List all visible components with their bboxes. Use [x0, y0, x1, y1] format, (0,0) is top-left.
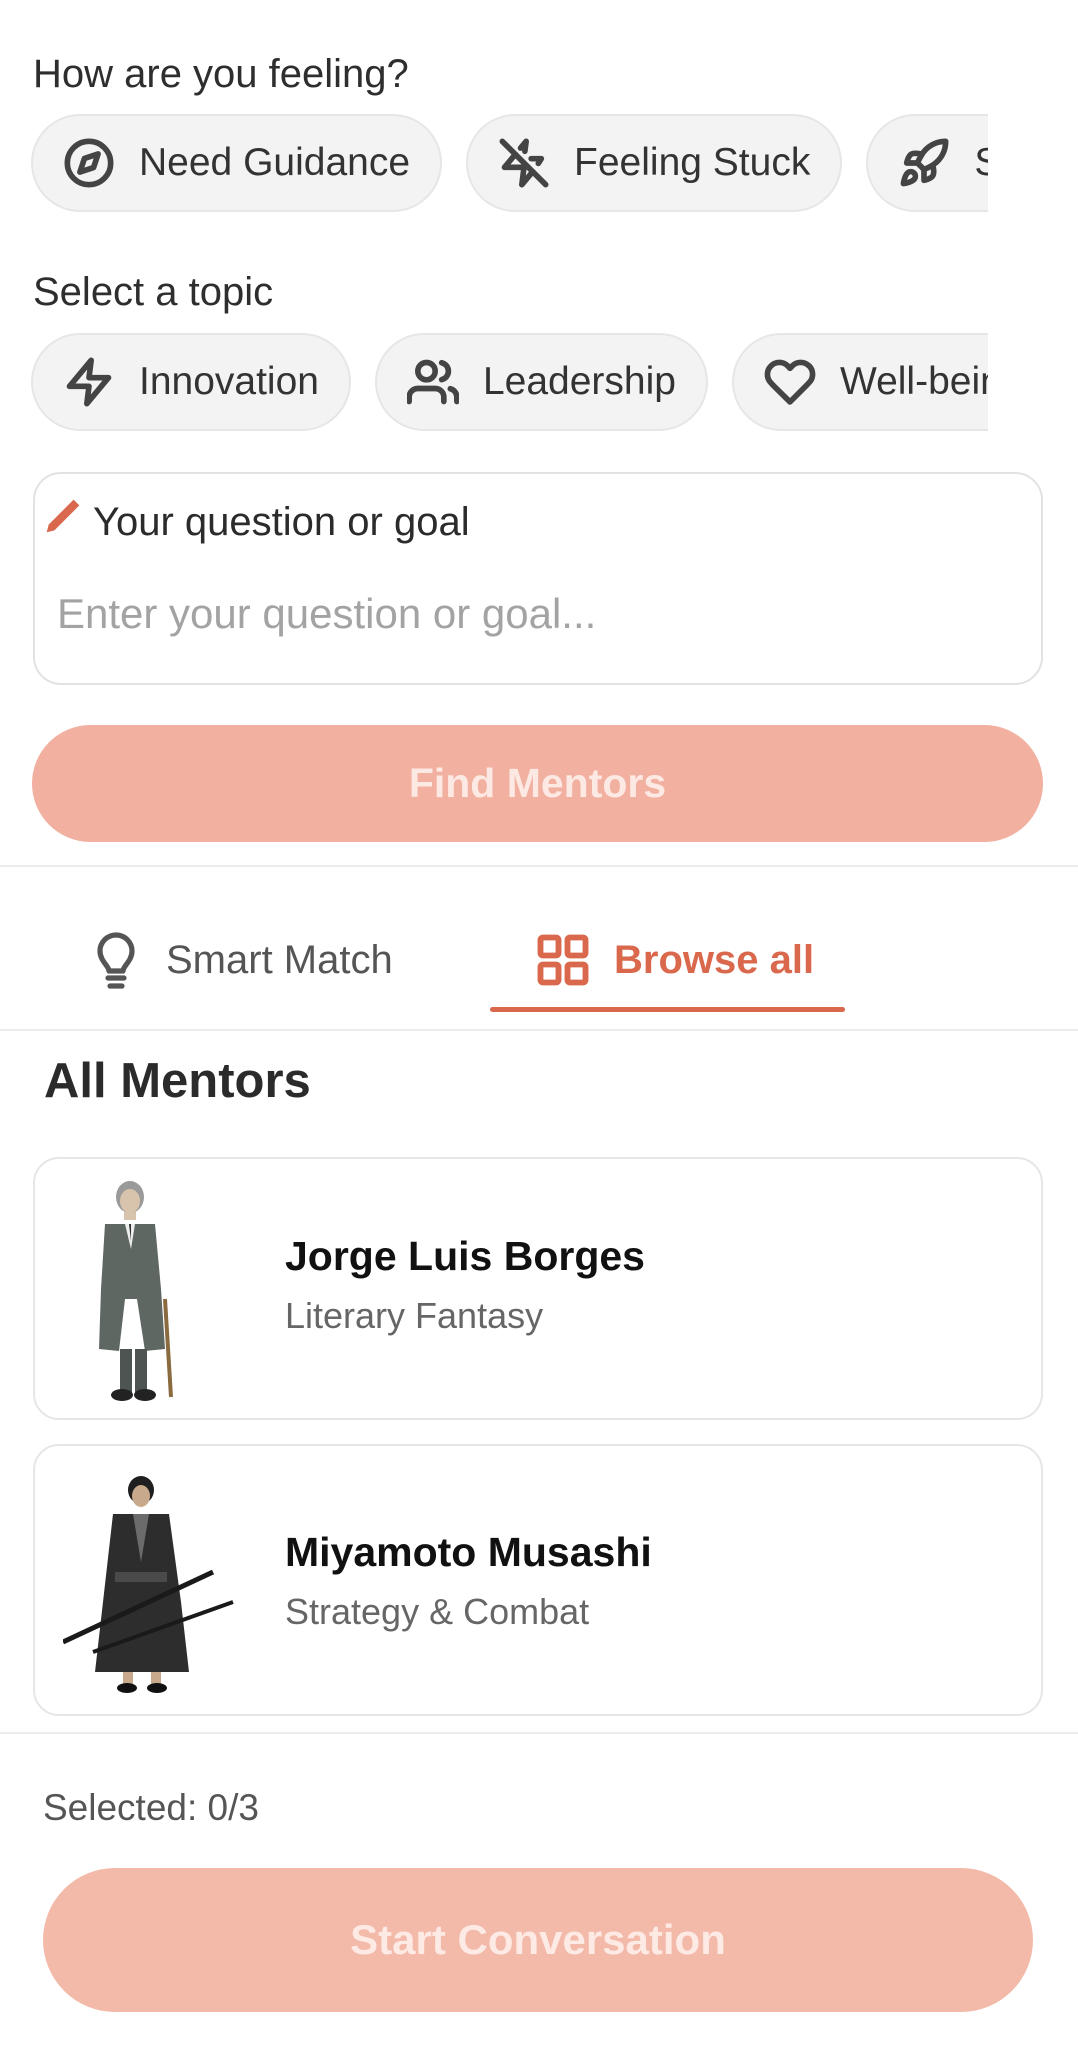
mentor-card-borges[interactable]: Jorge Luis Borges Literary Fantasy: [33, 1157, 1043, 1420]
mentor-portrait: [99, 1181, 173, 1401]
rocket-icon: [900, 138, 949, 187]
active-tab-indicator: [490, 1007, 845, 1012]
zap-off-icon: [499, 138, 549, 188]
heart-icon: [764, 359, 816, 405]
chip-need-guidance[interactable]: Need Guidance: [31, 114, 443, 212]
tab-label: Browse all: [614, 937, 815, 982]
mentor-field: Literary Fantasy: [285, 1295, 544, 1336]
question-input[interactable]: [57, 579, 1007, 649]
feeling-chip-row[interactable]: Need Guidance Feeling Stuck Seeking Grow…: [0, 114, 988, 218]
topic-chip-row[interactable]: Innovation Leadership Well-being: [0, 333, 988, 437]
lightning-icon: [66, 357, 112, 407]
chip-innovation[interactable]: Innovation: [31, 333, 351, 431]
chip-label: Leadership: [482, 360, 676, 403]
chip-well-being[interactable]: Well-being: [731, 333, 988, 431]
selection-count: Selected: 0/3: [43, 1787, 259, 1828]
divider: [0, 865, 1078, 867]
chip-label: Seeking Growth: [974, 141, 988, 184]
lightbulb-icon: [97, 932, 135, 989]
users-icon: [406, 359, 459, 405]
divider: [0, 1029, 1078, 1031]
mentor-name: Jorge Luis Borges: [285, 1233, 645, 1279]
compass-icon: [64, 138, 114, 188]
chip-label: Feeling Stuck: [574, 141, 811, 184]
mentor-name: Miyamoto Musashi: [285, 1529, 652, 1575]
find-mentors-button[interactable]: Find Mentors: [32, 725, 1043, 842]
mentor-portrait: [63, 1476, 234, 1693]
chip-seeking-growth[interactable]: Seeking Growth: [866, 114, 988, 212]
pencil-icon: [46, 499, 80, 533]
mentor-card-musashi[interactable]: Miyamoto Musashi Strategy & Combat: [33, 1444, 1043, 1716]
chip-label: Innovation: [139, 360, 319, 403]
start-conversation-button[interactable]: Start Conversation: [43, 1868, 1033, 2012]
tab-label: Smart Match: [166, 937, 393, 982]
chip-label: Well-being: [839, 360, 988, 403]
mentor-field: Strategy & Combat: [285, 1591, 590, 1632]
tab-smart-match[interactable]: Smart Match: [92, 910, 393, 1010]
grid-icon: [537, 934, 589, 986]
question-card: Your question or goal: [33, 472, 1043, 685]
divider: [0, 1732, 1078, 1734]
chip-leadership[interactable]: Leadership: [374, 333, 708, 431]
chip-feeling-stuck[interactable]: Feeling Stuck: [466, 114, 843, 212]
topic-label: Select a topic: [33, 270, 274, 314]
feeling-label: How are you feeling?: [33, 52, 409, 96]
question-title: Your question or goal: [93, 500, 470, 544]
chip-label: Need Guidance: [139, 141, 411, 184]
tab-browse-all[interactable]: Browse all: [536, 910, 814, 1010]
mentor-list-title: All Mentors: [44, 1054, 311, 1108]
